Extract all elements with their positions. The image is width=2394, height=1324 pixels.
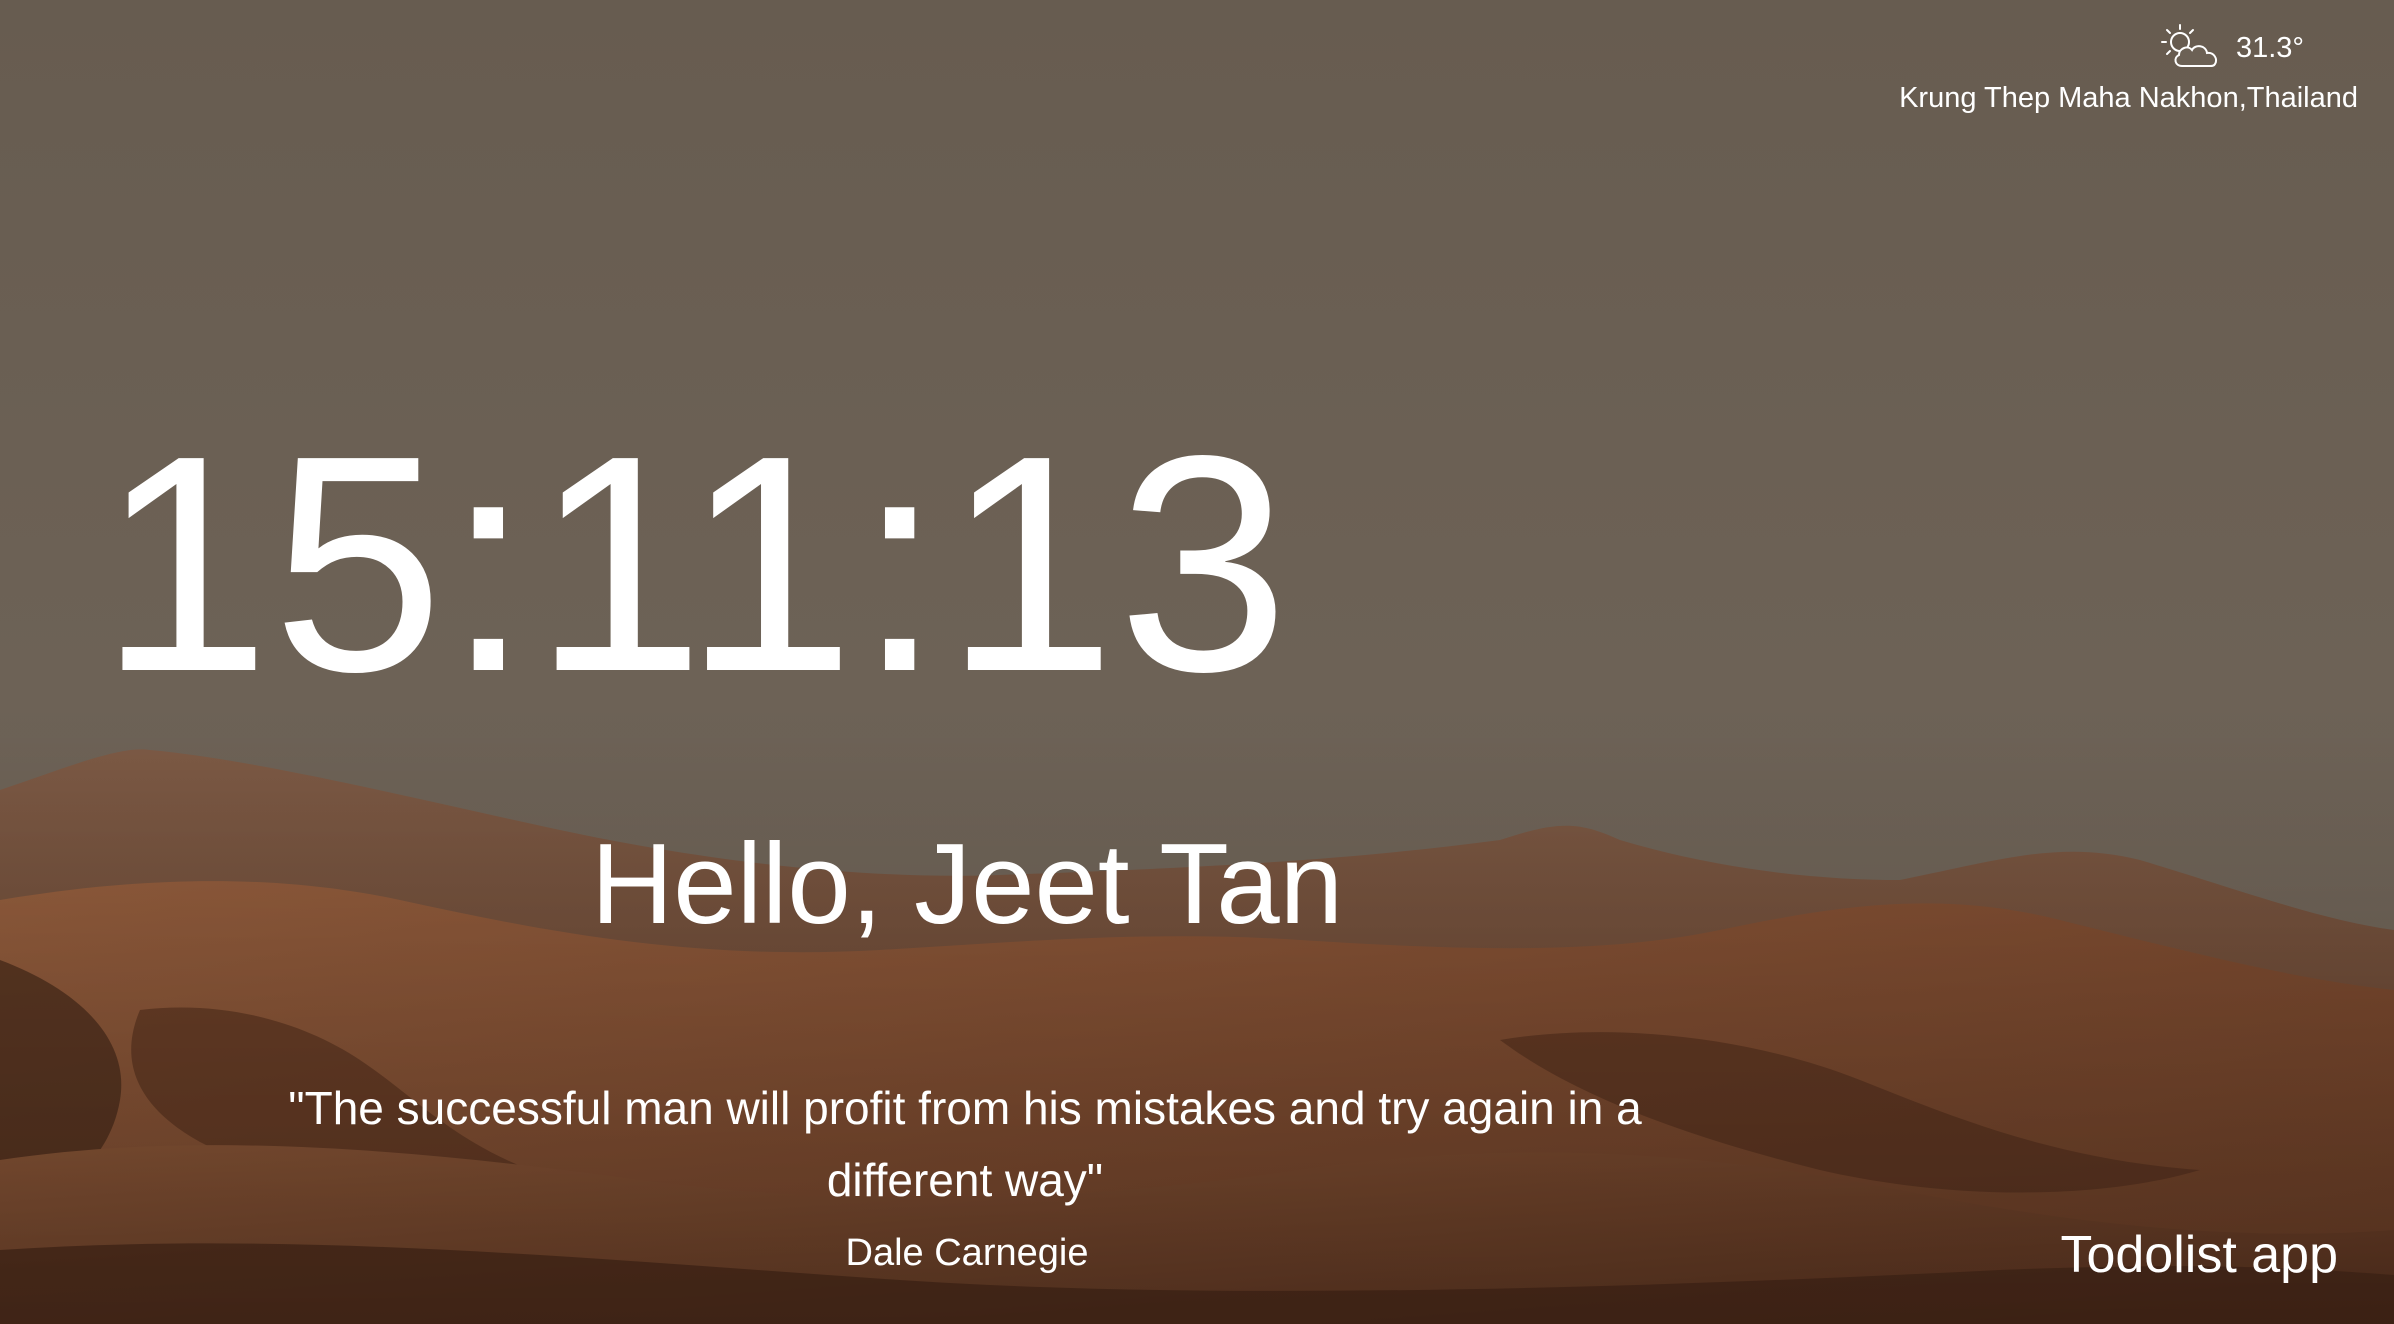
- quote-text: "The successful man will profit from his…: [288, 1082, 1642, 1206]
- todolist-app-link[interactable]: Todolist app: [2060, 1225, 2338, 1285]
- temperature: 31.3°: [2235, 31, 2304, 64]
- quote-author: Dale Carnegie: [845, 1232, 1089, 1274]
- weather-widget: 31.3° Krung Thep Maha Nakhon,Thailand: [1838, 22, 2358, 122]
- partly-sunny-icon: [2160, 24, 2217, 67]
- greeting: Hello, Jeet Tan: [590, 821, 1344, 948]
- weather-location: Krung Thep Maha Nakhon,Thailand: [1899, 82, 2358, 114]
- weather-summary: 31.3°: [2158, 22, 2304, 74]
- clock: 15:11:13: [98, 392, 1292, 736]
